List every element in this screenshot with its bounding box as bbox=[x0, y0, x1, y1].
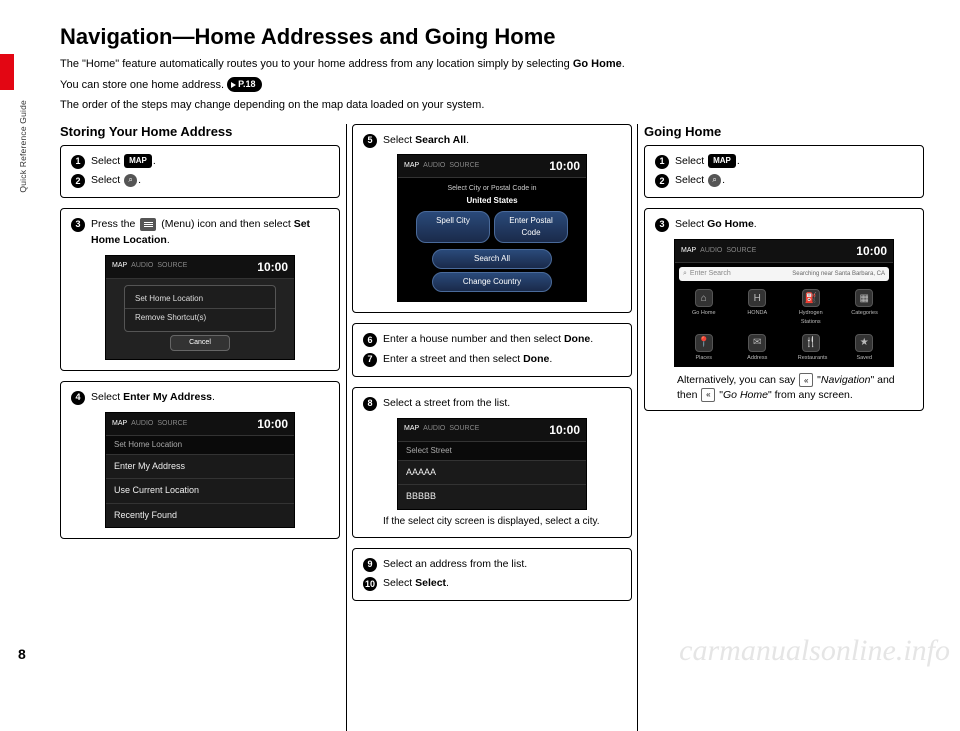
tab-source: SOURCE bbox=[157, 261, 187, 272]
menu-icon bbox=[140, 218, 156, 231]
intro-text: You can store one home address. bbox=[60, 79, 227, 91]
cancel-button: Cancel bbox=[170, 335, 230, 352]
list-recently-found: Recently Found bbox=[106, 503, 294, 528]
sub-note: If the select city screen is displayed, … bbox=[383, 514, 621, 529]
voice-note: Alternatively, you can say « "Navigation… bbox=[677, 373, 913, 402]
spell-city: Spell City bbox=[416, 211, 490, 243]
side-label: Quick Reference Guide bbox=[18, 100, 32, 193]
storing-box-1: 1 Select MAP. 2 Select ⌕. bbox=[60, 145, 340, 199]
step-bullet-1: 1 bbox=[71, 155, 85, 169]
divider bbox=[637, 124, 638, 731]
step-bullet-4: 4 bbox=[71, 391, 85, 405]
enter-postal: Enter Postal Code bbox=[494, 211, 568, 243]
map-icon: MAP bbox=[708, 154, 736, 168]
saved-icon: ★ bbox=[855, 334, 873, 352]
voice-icon: « bbox=[799, 373, 813, 387]
divider bbox=[346, 124, 347, 731]
voice-icon: « bbox=[701, 388, 715, 402]
clock: 10:00 bbox=[549, 421, 580, 439]
step-bullet-10: 10 bbox=[363, 577, 377, 591]
section-tab bbox=[0, 54, 14, 90]
intro-block: The "Home" feature automatically routes … bbox=[60, 56, 940, 114]
screen-go-home: MAP AUDIO SOURCE 10:00 ⌕ Enter Search Se… bbox=[674, 239, 894, 367]
popup-set-home: Set Home Location bbox=[125, 290, 275, 309]
storing-box-2: 3 Press the (Menu) icon and then select … bbox=[60, 208, 340, 371]
clock: 10:00 bbox=[856, 242, 887, 260]
clock: 10:00 bbox=[257, 415, 288, 433]
popup-remove-shortcut: Remove Shortcut(s) bbox=[125, 309, 275, 327]
step-bullet-2: 2 bbox=[71, 174, 85, 188]
search-icon: ⌕ bbox=[683, 269, 687, 280]
screen-set-home: MAP AUDIO SOURCE 10:00 Set Home Location… bbox=[105, 255, 295, 361]
hydrogen-icon: ⛽ bbox=[802, 289, 820, 307]
tab-map: MAP bbox=[112, 261, 127, 272]
categories-icon: ▦ bbox=[855, 289, 873, 307]
step-bullet-5: 5 bbox=[363, 134, 377, 148]
gohome-box-1: 1 Select MAP. 2 Select ⌕. bbox=[644, 145, 924, 199]
step-bullet-9: 9 bbox=[363, 558, 377, 572]
popup-menu: Set Home Location Remove Shortcut(s) bbox=[124, 285, 276, 332]
list-use-current: Use Current Location bbox=[106, 478, 294, 503]
clock: 10:00 bbox=[549, 157, 580, 175]
mid-box-4: 9 Select an address from the list. 10 Se… bbox=[352, 548, 632, 602]
watermark: carmanualsonline.info bbox=[679, 634, 950, 668]
honda-icon: H bbox=[748, 289, 766, 307]
gohome-box-2: 3 Select Go Home. MAP AUDIO SOURCE 10:00 bbox=[644, 208, 924, 411]
list-enter-my-address: Enter My Address bbox=[106, 454, 294, 479]
icon-row-1: ⌂Go Home HHONDA ⛽Hydrogen Stations ▦Cate… bbox=[675, 285, 893, 330]
page-ref-badge: P.18 bbox=[227, 77, 261, 93]
address-icon: ✉ bbox=[748, 334, 766, 352]
change-country: Change Country bbox=[432, 272, 552, 292]
search-location: Searching near Santa Barbara, CA bbox=[792, 270, 885, 279]
going-home-heading: Going Home bbox=[644, 124, 924, 139]
screen-search-all: MAP AUDIO SOURCE 10:00 Select City or Po… bbox=[397, 154, 587, 302]
page-title: Navigation—Home Addresses and Going Home bbox=[60, 24, 940, 50]
go-home-icon: ⌂ bbox=[695, 289, 713, 307]
storing-heading: Storing Your Home Address bbox=[60, 124, 340, 139]
mid-box-2: 6 Enter a house number and then select D… bbox=[352, 323, 632, 377]
step-bullet-8: 8 bbox=[363, 397, 377, 411]
step-bullet-2: 2 bbox=[655, 174, 669, 188]
street-b: BBBBB bbox=[398, 484, 586, 509]
intro-text: The order of the steps may change depend… bbox=[60, 97, 940, 114]
street-a: AAAAA bbox=[398, 460, 586, 485]
tab-audio: AUDIO bbox=[131, 261, 153, 272]
intro-text: The "Home" feature automatically routes … bbox=[60, 58, 573, 70]
mid-box-3: 8 Select a street from the list. MAP AUD… bbox=[352, 387, 632, 538]
storing-box-3: 4 Select Enter My Address. MAP AUDIO SOU… bbox=[60, 381, 340, 539]
restaurants-icon: 🍴 bbox=[802, 334, 820, 352]
page-number: 8 bbox=[18, 646, 26, 662]
map-icon: MAP bbox=[124, 154, 152, 168]
mid-box-1: 5 Select Search All. MAP AUDIO SOURCE 10… bbox=[352, 124, 632, 314]
search-all: Search All bbox=[432, 249, 552, 269]
search-icon: ⌕ bbox=[708, 174, 721, 187]
clock: 10:00 bbox=[257, 258, 288, 276]
step-bullet-1: 1 bbox=[655, 155, 669, 169]
screen-enter-address: MAP AUDIO SOURCE 10:00 Set Home Location… bbox=[105, 412, 295, 529]
column-storing: Storing Your Home Address 1 Select MAP. … bbox=[60, 124, 340, 612]
page-content: Navigation—Home Addresses and Going Home… bbox=[60, 24, 940, 611]
column-middle: 5 Select Search All. MAP AUDIO SOURCE 10… bbox=[352, 124, 632, 612]
go-home-ref: Go Home bbox=[573, 58, 622, 70]
search-icon: ⌕ bbox=[124, 174, 137, 187]
icon-row-2: 📍Places ✉Address 🍴Restaurants ★Saved bbox=[675, 330, 893, 366]
screen-street-list: MAP AUDIO SOURCE 10:00 Select Street AAA… bbox=[397, 418, 587, 510]
column-going-home: Going Home 1 Select MAP. 2 Select ⌕. bbox=[644, 124, 924, 612]
step-bullet-3: 3 bbox=[655, 218, 669, 232]
search-bar: ⌕ Enter Search Searching near Santa Barb… bbox=[679, 267, 889, 282]
list-header: Select Street bbox=[398, 442, 586, 460]
step-bullet-6: 6 bbox=[363, 333, 377, 347]
places-icon: 📍 bbox=[695, 334, 713, 352]
list-header: Set Home Location bbox=[106, 436, 294, 454]
step-bullet-7: 7 bbox=[363, 353, 377, 367]
step-bullet-3: 3 bbox=[71, 218, 85, 232]
